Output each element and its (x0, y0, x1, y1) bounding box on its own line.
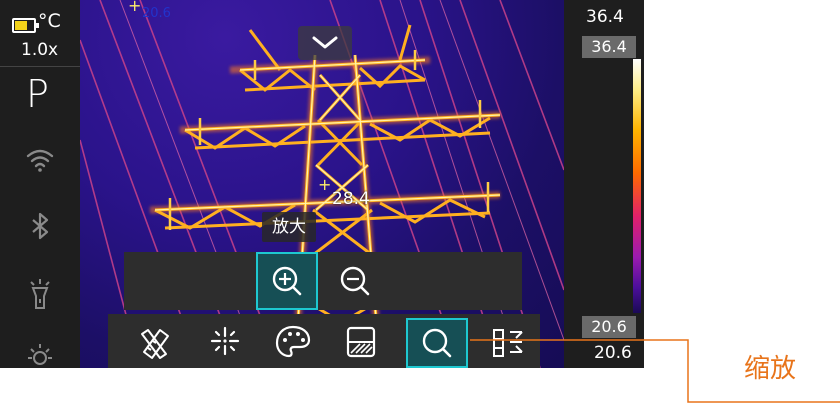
callout-label: 缩放 (744, 354, 797, 384)
callout-leader-line (470, 339, 840, 403)
